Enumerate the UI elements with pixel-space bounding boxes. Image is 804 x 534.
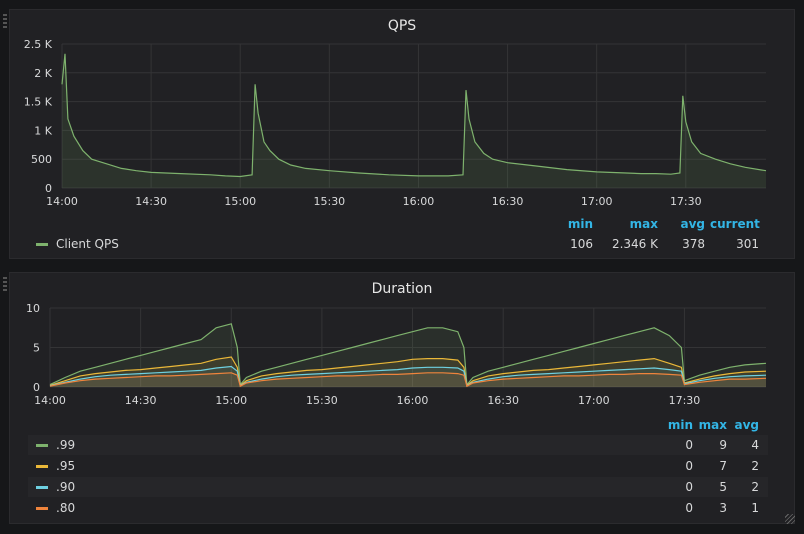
duration-chart[interactable]: 0 5 10 14:00 14:30 15:00 15:30 16:00 16:30 17:00 1… <box>10 273 796 408</box>
legend-header-avg[interactable]: avg <box>668 217 705 231</box>
legend-value-min: 0 <box>685 459 693 473</box>
duration-panel: Duration 0 5 10 14:00 14:30 15:00 15:30 16:00 16… <box>3 272 796 524</box>
y-tick-label: 0 <box>33 381 40 394</box>
series-color-swatch[interactable] <box>36 444 48 447</box>
legend-item-p90[interactable]: .90 0 5 2 <box>28 477 768 497</box>
legend-value-max: 3 <box>719 501 727 515</box>
resize-handle-icon[interactable] <box>785 514 795 524</box>
y-tick-label: 5 <box>33 342 40 355</box>
qps-chart[interactable]: 0 500 1 K 1.5 K 2 K 2.5 K 14:00 14:30 15:00 15:30… <box>10 10 796 210</box>
legend-series-name[interactable]: .80 <box>56 501 75 515</box>
legend-header-avg[interactable]: avg <box>732 418 759 432</box>
x-tick-label: 14:30 <box>125 394 157 407</box>
legend-header-max[interactable]: max <box>698 418 727 432</box>
x-tick-label: 17:00 <box>578 394 610 407</box>
legend-value-avg: 378 <box>682 237 705 251</box>
y-tick-label: 10 <box>26 302 40 315</box>
legend-series-name[interactable]: .95 <box>56 459 75 473</box>
x-tick-label: 14:00 <box>46 195 78 208</box>
legend-header-min[interactable]: min <box>658 418 693 432</box>
series-color-swatch[interactable] <box>36 465 48 468</box>
legend-value-min: 106 <box>570 237 593 251</box>
legend-value-avg: 2 <box>751 480 759 494</box>
x-tick-label: 15:00 <box>215 394 247 407</box>
legend-value-avg: 1 <box>751 501 759 515</box>
legend-item-p99[interactable]: .99 0 9 4 <box>28 435 768 455</box>
y-tick-label: 500 <box>31 153 52 166</box>
legend-series-name[interactable]: .90 <box>56 480 75 494</box>
qps-panel: QPS 0 500 1 K 1.5 K2 K 2.5 K 14:00 14:30 15:00 1… <box>3 9 796 259</box>
x-tick-label: 16:30 <box>487 394 519 407</box>
legend-value-avg: 4 <box>751 438 759 452</box>
x-tick-label: 14:30 <box>135 195 167 208</box>
x-tick-label: 14:00 <box>34 394 66 407</box>
y-tick-label: 2 K <box>34 67 52 80</box>
legend-header-current[interactable]: current <box>710 217 760 231</box>
legend-value-min: 0 <box>685 438 693 452</box>
legend-value-avg: 2 <box>751 459 759 473</box>
y-tick-label: 0 <box>45 182 52 195</box>
legend-value-max: 7 <box>719 459 727 473</box>
x-tick-label: 16:00 <box>397 394 429 407</box>
x-tick-label: 17:30 <box>670 195 702 208</box>
legend-value-min: 0 <box>685 501 693 515</box>
y-tick-label: 2.5 K <box>24 38 53 51</box>
series-line <box>61 53 767 178</box>
series-color-swatch[interactable] <box>36 243 48 246</box>
legend-series-name[interactable]: Client QPS <box>56 237 119 251</box>
legend-value-current: 301 <box>736 237 759 251</box>
drag-handle-icon[interactable] <box>3 277 7 291</box>
x-tick-label: 15:00 <box>224 195 256 208</box>
series-color-swatch[interactable] <box>36 507 48 510</box>
x-tick-label: 15:30 <box>313 195 345 208</box>
drag-handle-icon[interactable] <box>3 14 7 28</box>
x-tick-label: 17:30 <box>669 394 701 407</box>
x-tick-label: 15:30 <box>306 394 338 407</box>
series-area <box>62 53 766 188</box>
y-tick-label: 1.5 K <box>24 96 53 109</box>
x-tick-label: 16:00 <box>403 195 435 208</box>
legend-item-client-qps[interactable]: Client QPS 106 2.346 K 378 301 <box>10 234 759 254</box>
legend-value-min: 0 <box>685 480 693 494</box>
legend-value-max: 5 <box>719 480 727 494</box>
series-color-swatch[interactable] <box>36 486 48 489</box>
legend-value-max: 9 <box>719 438 727 452</box>
legend-series-name[interactable]: .99 <box>56 438 75 452</box>
x-tick-label: 17:00 <box>581 195 613 208</box>
legend-item-p95[interactable]: .95 0 7 2 <box>28 456 768 476</box>
legend-header-max[interactable]: max <box>608 217 658 231</box>
x-tick-label: 16:30 <box>492 195 524 208</box>
legend-header-min[interactable]: min <box>558 217 593 231</box>
y-tick-label: 1 K <box>34 124 52 137</box>
legend-item-p80[interactable]: .80 0 3 1 <box>28 498 768 518</box>
legend-value-max: 2.346 K <box>611 237 658 251</box>
